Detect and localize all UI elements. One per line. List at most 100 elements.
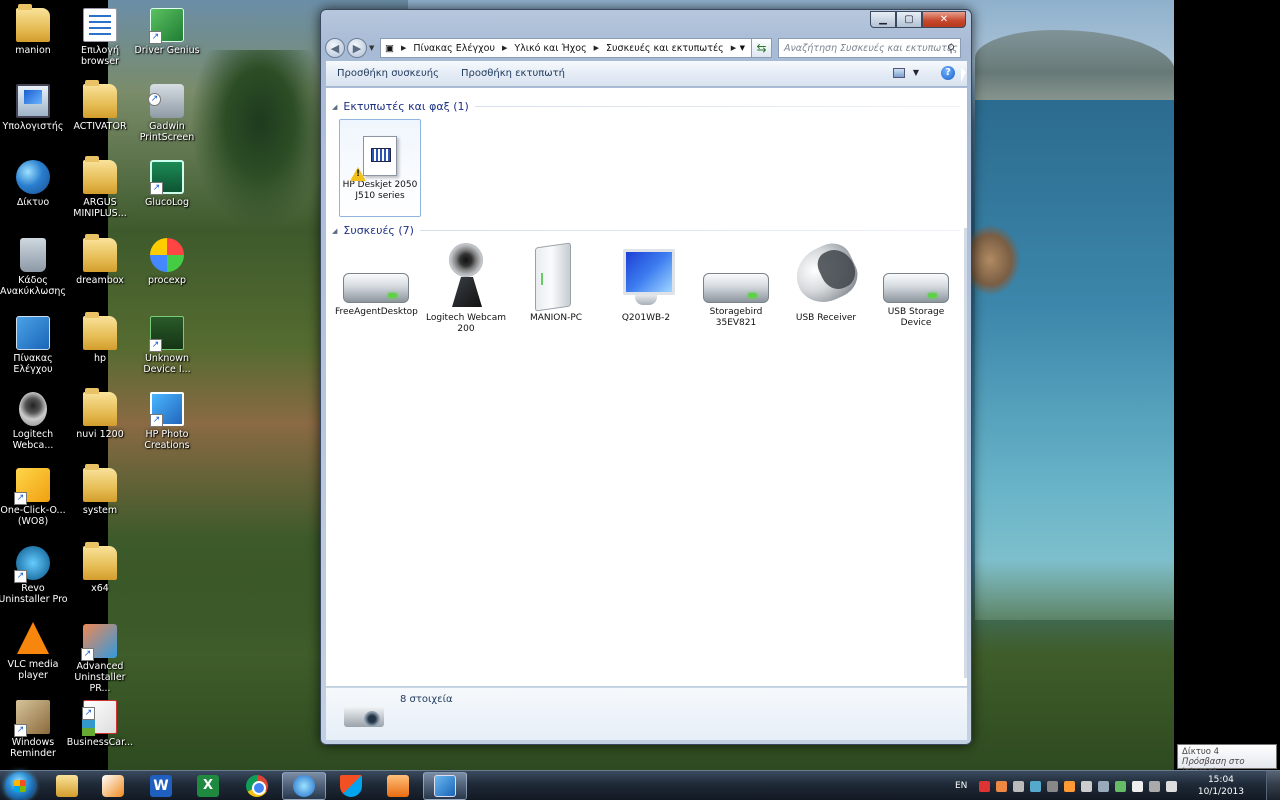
desktop-icon-revo-uninstaller[interactable]: Revo Uninstaller Pro [0,546,68,605]
desktop-icon-activator[interactable]: ACTIVATOR [65,80,135,132]
group-header-printers[interactable]: ◢ Εκτυπωτές και φαξ (1) [332,100,960,113]
media-player-icon [102,775,124,797]
external-drive-icon [883,273,949,303]
tray-app-icon[interactable] [1081,780,1093,792]
desktop-icon-x64[interactable]: x64 [65,542,135,594]
help-icon[interactable]: ? [941,66,955,80]
desktop-icon-one-click[interactable]: One-Click-O... (WO8) [0,468,68,527]
device-usb-storage[interactable]: USB Storage Device [875,243,957,329]
desktop-icon-glucolog[interactable]: GlucoLog [132,160,202,208]
desktop-icon-hp[interactable]: hp [65,312,135,364]
chevron-right-icon[interactable]: ▶ [502,44,507,52]
collapse-triangle-icon[interactable]: ◢ [332,103,337,111]
taskbar-internet-explorer[interactable] [282,772,326,800]
scrollbar-edge[interactable] [964,228,967,678]
taskbar-mail[interactable] [376,772,420,800]
tray-app-icon[interactable] [1098,780,1110,792]
desktop-icon-manion[interactable]: manion [0,4,68,56]
tray-app-icon[interactable] [979,780,991,792]
chevron-right-icon[interactable]: ▶ [401,44,406,52]
desktop-icon-computer[interactable]: Υπολογιστής [0,84,68,132]
desktop-icon-driver-genius[interactable]: Driver Genius [132,8,202,56]
desktop-icon-nuvi[interactable]: nuvi 1200 [65,388,135,440]
show-desktop-button[interactable] [1266,771,1280,800]
tray-app-icon[interactable] [1047,780,1059,792]
desktop-icon-windows-reminder[interactable]: Windows Reminder [0,700,68,759]
back-arrow-icon: ◀ [330,41,340,55]
taskbar-control-panel[interactable] [423,772,467,800]
chevron-right-icon[interactable]: ▶ [594,44,599,52]
refresh-button[interactable]: ⇆ [752,38,772,58]
desktop-icon-recycle-bin[interactable]: Κάδος Ανακύκλωσης [0,238,68,297]
search-icon[interactable]: ⚲ [947,42,955,55]
chevron-right-icon[interactable]: ▶ [731,44,736,52]
device-q201wb[interactable]: Q201WB-2 [605,243,687,324]
collapse-triangle-icon[interactable]: ◢ [332,227,337,235]
webcam-icon [19,392,47,426]
desktop-icon-procexp[interactable]: procexp [132,238,202,286]
taskbar-word[interactable]: W [139,772,183,800]
folder-icon [83,80,117,118]
device-hp-deskjet[interactable]: HP Deskjet 2050 J510 series [339,119,421,217]
back-button[interactable]: ◀ [325,38,345,58]
taskbar-security[interactable] [329,772,373,800]
close-button[interactable]: ✕ [922,11,966,28]
breadcrumb-devices-printers[interactable]: Συσκευές και εκτυπωτές [606,43,724,54]
mail-icon [387,775,409,797]
group-header-devices[interactable]: ◢ Συσκευές (7) [332,224,960,237]
desktop-icon-gadwin[interactable]: Gadwin PrintScreen [132,84,202,143]
view-options-dropdown[interactable]: ▼ [913,68,919,77]
change-view-icon[interactable] [893,68,905,78]
tray-app-icon[interactable] [1064,780,1076,792]
network-tooltip: Δίκτυο 4 Πρόσβαση στο Internet [1177,744,1277,777]
address-bar[interactable]: ▣ ▶ Πίνακας Ελέγχου ▶ Υλικό και Ήχος ▶ Σ… [380,38,752,58]
minimize-button[interactable]: ▁ [870,11,896,28]
desktop-icon-argus[interactable]: ARGUS MINIPLUS... [65,156,135,219]
device-usb-receiver[interactable]: USB Receiver [785,243,867,324]
tray-app-icon[interactable] [1030,780,1042,792]
recent-pages-dropdown[interactable]: ▼ [369,44,377,52]
chip-icon [149,316,184,352]
address-history-dropdown[interactable]: ▼ [740,44,745,52]
desktop-icon-dreambox[interactable]: dreambox [65,234,135,286]
forward-button[interactable]: ▶ [347,38,367,58]
taskbar-explorer[interactable] [45,772,89,800]
device-freeagent[interactable]: FreeAgentDesktop [335,243,418,318]
network-icon[interactable] [1149,780,1161,792]
add-printer-button[interactable]: Προσθήκη εκτυπωτή [450,68,576,79]
breadcrumb-control-panel[interactable]: Πίνακας Ελέγχου [413,43,495,54]
device-manion-pc[interactable]: MANION-PC [515,243,597,324]
desktop-icon-browser-choice[interactable]: Επιλογή browser [65,8,135,67]
wallpaper-sea [975,100,1175,620]
desktop-icon-hp-photo[interactable]: HP Photo Creations [132,392,202,451]
recycle-bin-icon [20,238,46,272]
desktop-icon-businesscard[interactable]: BusinessCar... [65,700,135,748]
taskbar-chrome[interactable] [235,772,279,800]
maximize-button[interactable]: ▢ [896,11,922,28]
add-device-button[interactable]: Προσθήκη συσκευής [326,68,450,79]
tray-app-icon[interactable] [1013,780,1025,792]
desktop-icon-control-panel[interactable]: Πίνακας Ελέγχου [0,316,68,375]
desktop-icon-network[interactable]: Δίκτυο [0,160,68,208]
taskbar-excel[interactable]: X [186,772,230,800]
desktop-icon-vlc[interactable]: VLC media player [0,622,68,681]
tray-app-icon[interactable] [996,780,1008,792]
window-controls: ▁ ▢ ✕ [870,11,966,28]
desktop-icon-logitech-webcam[interactable]: Logitech Webca... [0,392,68,451]
search-input[interactable]: Αναζήτηση Συσκευές και εκτυπωτές ⚲ [778,38,961,58]
tray-app-icon[interactable] [1115,780,1127,792]
desktop-icon-advanced-uninstaller[interactable]: Advanced Uninstaller PR... [65,624,135,694]
action-center-flag-icon[interactable] [1132,780,1144,792]
start-button[interactable] [5,772,35,800]
desktop-icon-unknown-device[interactable]: Unknown Device I... [132,316,202,375]
volume-icon[interactable] [1166,780,1178,792]
printer-document-icon [350,136,397,181]
taskbar-media-player[interactable] [91,772,135,800]
language-indicator[interactable]: EN [955,781,967,791]
desktop-icon-system[interactable]: system [65,464,135,516]
device-logitech-webcam[interactable]: Logitech Webcam 200 [425,243,507,335]
clock[interactable]: 15:04 10/1/2013 [1198,774,1244,798]
device-storagebird[interactable]: Storagebird 35EV821 [695,243,777,329]
mouse-icon [794,243,858,309]
breadcrumb-hardware-sound[interactable]: Υλικό και Ήχος [514,43,586,54]
